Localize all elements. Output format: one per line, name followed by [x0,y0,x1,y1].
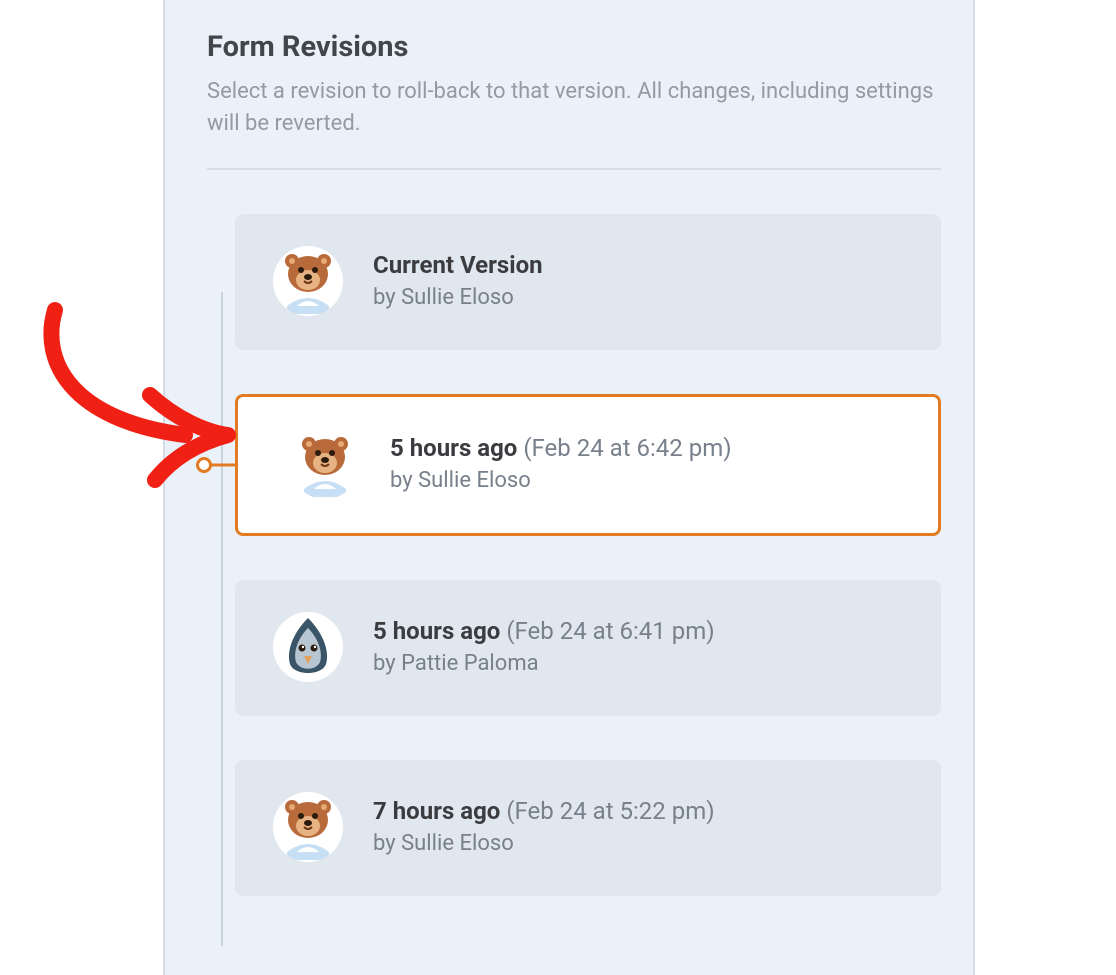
revision-title: 7 hours ago [373,797,500,825]
page-description: Select a revision to roll-back to that v… [207,76,941,140]
timeline-line [221,292,223,946]
revision-title: 5 hours ago [390,434,517,462]
avatar [273,792,343,862]
revision-author: Pattie Paloma [401,651,538,676]
revision-info: 5 hours ago (Feb 24 at 6:42 pm) by Sulli… [390,434,732,493]
page-title: Form Revisions [207,30,941,64]
by-prefix: by [373,651,401,676]
revisions-list: Current Version by Sullie Eloso [207,214,941,896]
revision-card[interactable]: 5 hours ago (Feb 24 at 6:41 pm) by Patti… [235,580,941,716]
revision-card-selected[interactable]: 5 hours ago (Feb 24 at 6:42 pm) by Sulli… [235,394,941,536]
avatar [273,612,343,682]
revision-info: 5 hours ago (Feb 24 at 6:41 pm) by Patti… [373,617,715,676]
by-prefix: by [390,468,418,493]
bear-avatar-icon [292,431,358,497]
revision-timestamp: (Feb 24 at 6:41 pm) [506,617,714,645]
bear-avatar-icon [275,248,341,314]
revision-timestamp: (Feb 24 at 5:22 pm) [506,797,714,825]
revision-author: Sullie Eloso [401,831,514,856]
revision-info: 7 hours ago (Feb 24 at 5:22 pm) by Sulli… [373,797,715,856]
by-prefix: by [373,831,401,856]
revision-title: 5 hours ago [373,617,500,645]
revision-title: Current Version [373,251,543,279]
revisions-panel: Form Revisions Select a revision to roll… [163,0,975,975]
bear-avatar-icon [275,794,341,860]
timeline-marker-connector [210,463,236,466]
revision-card-current[interactable]: Current Version by Sullie Eloso [235,214,941,350]
revision-author: Sullie Eloso [418,468,531,493]
revision-timestamp: (Feb 24 at 6:42 pm) [523,434,731,462]
divider [207,168,941,170]
avatar [290,429,360,499]
bird-avatar-icon [280,614,336,680]
revision-card[interactable]: 7 hours ago (Feb 24 at 5:22 pm) by Sulli… [235,760,941,896]
revision-info: Current Version by Sullie Eloso [373,251,543,310]
avatar [273,246,343,316]
revision-author: Sullie Eloso [401,285,514,310]
by-prefix: by [373,285,401,310]
